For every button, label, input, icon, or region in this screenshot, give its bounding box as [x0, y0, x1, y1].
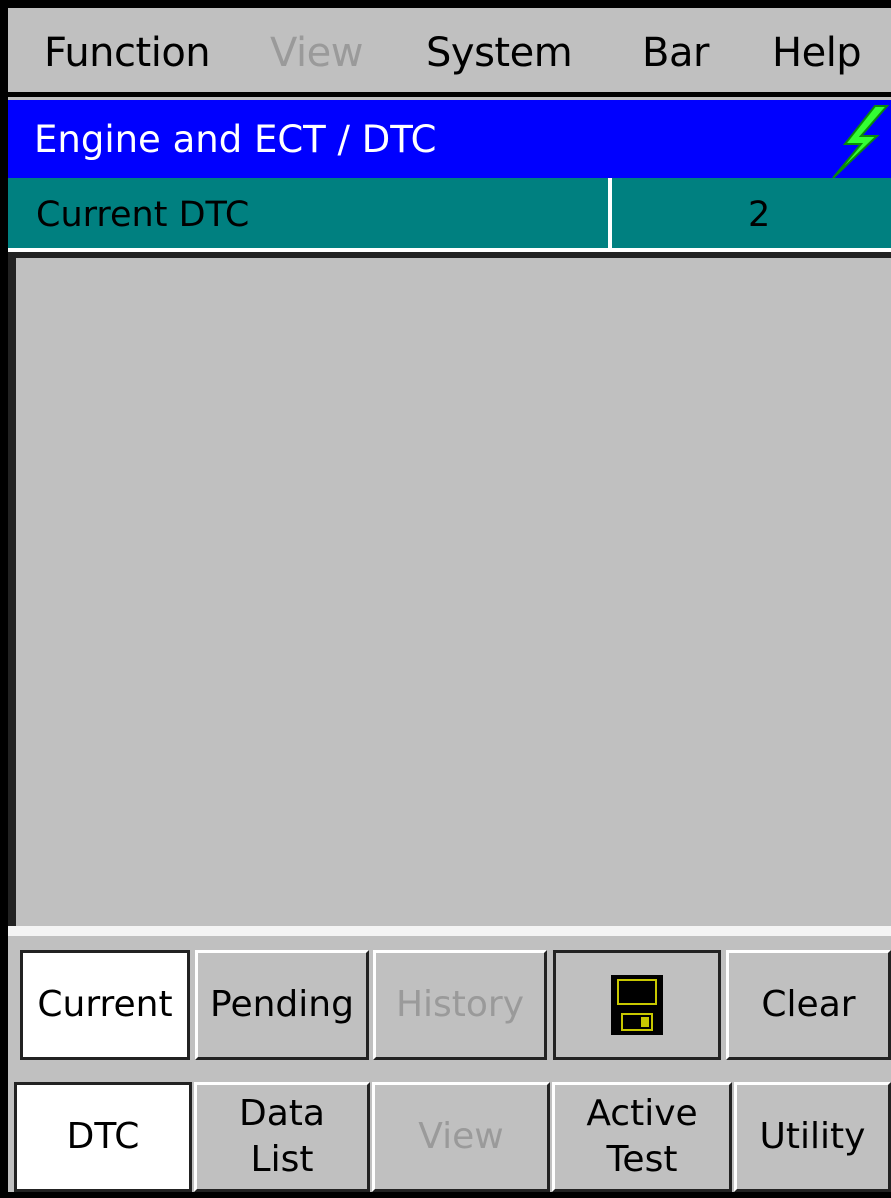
- menu-help[interactable]: Help: [772, 30, 862, 76]
- dtc-summary-row: Current DTC 2: [8, 178, 891, 252]
- clear-button[interactable]: Clear: [726, 950, 891, 1060]
- pending-button-label: Pending: [210, 984, 354, 1025]
- nav-view-button[interactable]: View: [372, 1082, 550, 1192]
- lightning-bolt-icon: [832, 105, 890, 178]
- nav-view-label: View: [418, 1116, 504, 1157]
- history-button-label: History: [395, 984, 525, 1025]
- nav-utility-label: Utility: [759, 1116, 866, 1157]
- nav-data-list-label-line1: Data: [239, 1093, 325, 1134]
- nav-active-test-button[interactable]: Active Test: [552, 1082, 732, 1192]
- nav-dtc-button[interactable]: DTC: [14, 1082, 192, 1192]
- floppy-disk-icon: [611, 975, 663, 1035]
- nav-dtc-label: DTC: [66, 1116, 140, 1157]
- current-button[interactable]: Current: [20, 950, 190, 1060]
- menu-view[interactable]: View: [270, 30, 363, 76]
- page-title: Engine and ECT / DTC: [34, 118, 437, 161]
- save-button[interactable]: [553, 950, 721, 1060]
- dtc-count-value: 2: [748, 195, 771, 235]
- title-bar: Engine and ECT / DTC: [0, 100, 891, 178]
- window-bottom-border: [0, 1192, 891, 1198]
- menu-function[interactable]: Function: [44, 30, 211, 76]
- pending-button[interactable]: Pending: [195, 950, 369, 1060]
- nav-active-test-label-line1: Active: [586, 1093, 698, 1134]
- current-button-label: Current: [37, 984, 173, 1025]
- app-window: Function View System Bar Help Engine and…: [0, 0, 891, 1198]
- history-button[interactable]: History: [373, 950, 547, 1060]
- menu-divider: [0, 92, 891, 97]
- dtc-list-area[interactable]: [8, 252, 891, 928]
- nav-utility-button[interactable]: Utility: [734, 1082, 891, 1192]
- section-divider: [8, 926, 891, 936]
- menu-bar-item[interactable]: Bar: [642, 30, 709, 76]
- nav-data-list-label-line2: List: [250, 1139, 314, 1180]
- nav-data-list-button[interactable]: Data List: [194, 1082, 370, 1192]
- window-left-border: [0, 100, 8, 1198]
- nav-active-test-label-line2: Test: [606, 1139, 678, 1180]
- column-divider: [608, 178, 612, 252]
- clear-button-label: Clear: [761, 984, 856, 1025]
- menu-bar: Function View System Bar Help: [0, 0, 891, 100]
- dtc-summary-label: Current DTC: [36, 195, 250, 235]
- menu-system[interactable]: System: [426, 30, 573, 76]
